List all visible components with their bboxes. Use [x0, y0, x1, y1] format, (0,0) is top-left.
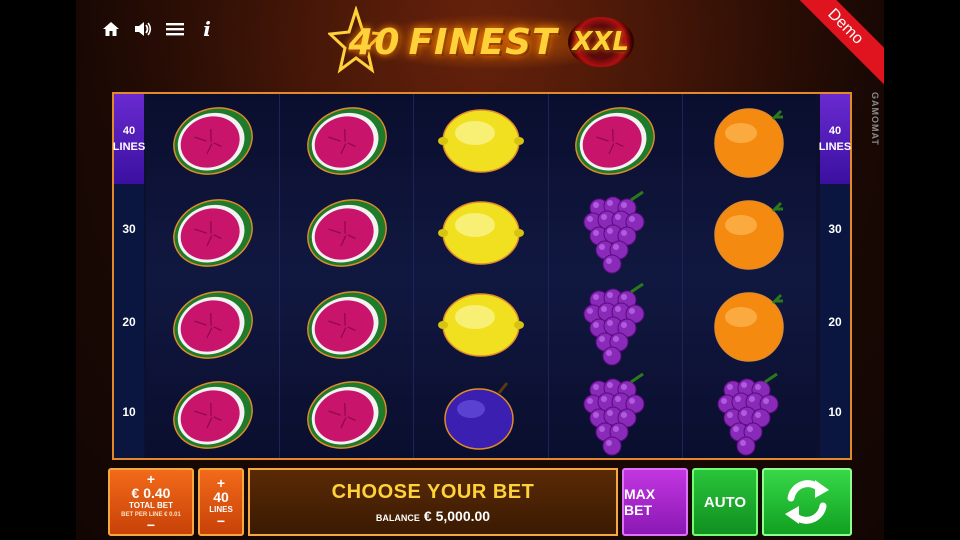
- game-logo: 40 FINEST XXL: [326, 4, 656, 80]
- reel-5: [682, 94, 817, 458]
- reel-2: [280, 94, 415, 458]
- info-label: i: [203, 17, 211, 41]
- active-lines-indicator: 40 LINES: [112, 94, 146, 184]
- auto-button[interactable]: AUTO: [692, 468, 758, 536]
- logo-number: 40: [348, 21, 401, 63]
- balance-label: BALANCE: [375, 512, 420, 523]
- logo-xxl-badge: XXL: [567, 17, 634, 67]
- reel-1: [146, 94, 281, 458]
- watermelon-icon: [299, 372, 395, 458]
- spin-button[interactable]: [762, 468, 852, 536]
- grapes-icon: [567, 282, 663, 368]
- lines-value: 40: [213, 489, 229, 505]
- orange-icon: [701, 98, 797, 184]
- message-title: CHOOSE YOUR BET: [331, 480, 535, 503]
- reel-4: [548, 94, 683, 458]
- active-lines-label: LINES: [112, 141, 146, 153]
- logo-suffix: XXL: [572, 27, 629, 57]
- watermelon-icon: [165, 282, 261, 368]
- total-bet-label: TOTAL BET: [129, 501, 173, 510]
- reel-3: [414, 94, 549, 458]
- line-indicator-right: 40 LINES 30 20 10: [818, 94, 852, 458]
- grapes-icon: [701, 372, 797, 458]
- max-bet-button[interactable]: MAX BET: [622, 468, 688, 536]
- reels: [146, 94, 817, 458]
- active-lines-count: 40: [828, 125, 842, 137]
- plum-icon: [433, 372, 529, 458]
- watermelon-icon: [165, 372, 261, 458]
- balance-value: € 5,000.00: [423, 507, 491, 524]
- lemon-icon: [433, 98, 529, 184]
- lemon-icon: [433, 190, 529, 276]
- total-bet-button[interactable]: + € 0.40 TOTAL BET BET PER LINE € 0.01 −: [108, 468, 194, 536]
- logo-word: FINEST: [408, 21, 558, 63]
- watermelon-icon: [567, 98, 663, 184]
- active-lines-indicator: 40 LINES: [818, 94, 852, 184]
- watermelon-icon: [299, 190, 395, 276]
- line-marker: 10: [828, 405, 842, 419]
- lines-increase-button[interactable]: +: [217, 476, 225, 490]
- bet-increase-button[interactable]: +: [147, 472, 155, 486]
- game-area: i 40 FINEST XXL GAMOMAT 40 LINES 30 20 1…: [76, 0, 884, 540]
- top-toolbar: i: [100, 17, 218, 41]
- line-marker: 20: [122, 315, 136, 329]
- watermelon-icon: [299, 98, 395, 184]
- bet-decrease-button[interactable]: −: [147, 518, 155, 532]
- info-icon[interactable]: i: [196, 17, 218, 41]
- balance-display: BALANCE € 5,000.00: [376, 508, 490, 524]
- orange-icon: [701, 190, 797, 276]
- lines-decrease-button[interactable]: −: [217, 514, 225, 528]
- watermelon-icon: [165, 98, 261, 184]
- grapes-icon: [567, 372, 663, 458]
- watermelon-icon: [299, 282, 395, 368]
- line-marker: 20: [828, 315, 842, 329]
- message-panel: CHOOSE YOUR BET BALANCE € 5,000.00: [248, 468, 618, 536]
- home-icon[interactable]: [100, 18, 122, 40]
- spin-arrows-icon: [785, 480, 829, 524]
- orange-icon: [701, 282, 797, 368]
- line-marker: 10: [122, 405, 136, 419]
- lemon-icon: [433, 282, 529, 368]
- active-lines-label: LINES: [818, 141, 852, 153]
- reels-frame: 40 LINES 30 20 10 40 LINES 30 20 10: [112, 92, 852, 460]
- grapes-icon: [567, 190, 663, 276]
- sound-icon[interactable]: [132, 18, 154, 40]
- line-marker: 30: [122, 222, 136, 236]
- lines-button[interactable]: + 40 LINES −: [198, 468, 244, 536]
- line-marker: 30: [828, 222, 842, 236]
- menu-icon[interactable]: [164, 18, 186, 40]
- watermelon-icon: [165, 190, 261, 276]
- active-lines-count: 40: [122, 125, 136, 137]
- total-bet-value: € 0.40: [131, 485, 171, 501]
- brand-label: GAMOMAT: [870, 92, 880, 146]
- control-bar: + € 0.40 TOTAL BET BET PER LINE € 0.01 −…: [108, 466, 852, 538]
- line-indicator-left: 40 LINES 30 20 10: [112, 94, 146, 458]
